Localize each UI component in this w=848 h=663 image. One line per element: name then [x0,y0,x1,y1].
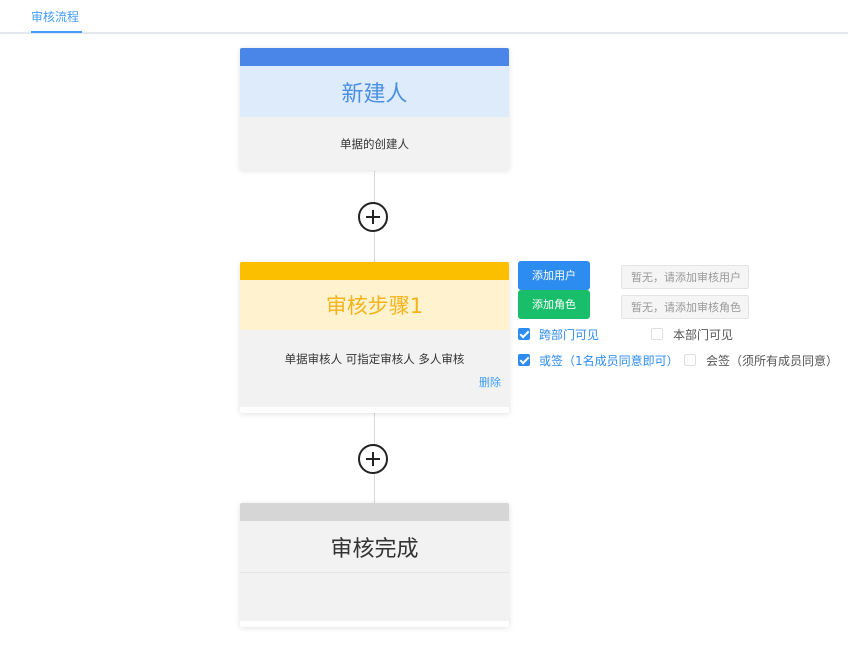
node-step1-desc: 单据审核人 可指定审核人 多人审核 [284,352,465,366]
node-creator-body: 单据的创建人 [240,117,509,170]
own-dept-label[interactable]: 本部门可见 [673,326,733,343]
add-node-button[interactable] [358,202,388,232]
node-creator-desc: 单据的创建人 [340,137,409,151]
tab-approval-flow[interactable]: 审核流程 [31,0,79,34]
node-step1[interactable]: 审核步骤1 单据审核人 可指定审核人 多人审核 删除 [240,262,509,413]
tab-bar: 审核流程 [0,0,848,34]
own-dept-checkbox[interactable] [651,328,663,340]
joint-sign-label[interactable]: 会签（须所有成员同意） [706,352,838,369]
cross-dept-checkbox[interactable] [518,328,530,340]
node-step1-header: 审核步骤1 [240,280,509,330]
add-user-button[interactable]: 添加用户 [518,261,590,290]
add-role-button[interactable]: 添加角色 [518,290,590,319]
node-done-body [240,573,509,621]
cross-dept-label[interactable]: 跨部门可见 [539,326,599,343]
node-creator-header: 新建人 [240,66,509,117]
node-done-header: 审核完成 [240,521,509,573]
node-done[interactable]: 审核完成 [240,503,509,627]
node-step1-title: 审核步骤1 [325,294,424,318]
node-creator-title: 新建人 [341,81,408,107]
approver-roles-field[interactable]: 暂无，请添加审核角色 [621,295,749,319]
joint-sign-checkbox[interactable] [684,354,696,366]
or-sign-checkbox[interactable] [518,354,530,366]
node-creator-strip [240,48,509,66]
tab-active-indicator [31,31,82,33]
approver-users-field[interactable]: 暂无，请添加审核用户 [621,265,749,289]
node-done-strip [240,503,509,521]
node-done-title: 审核完成 [330,536,419,562]
add-node-button[interactable] [358,444,388,474]
node-creator[interactable]: 新建人 单据的创建人 [240,48,509,170]
delete-node-link[interactable]: 删除 [479,374,501,390]
or-sign-label[interactable]: 或签（1名成员同意即可） [539,352,679,369]
node-step1-body: 单据审核人 可指定审核人 多人审核 删除 [240,330,509,407]
node-step1-strip [240,262,509,280]
